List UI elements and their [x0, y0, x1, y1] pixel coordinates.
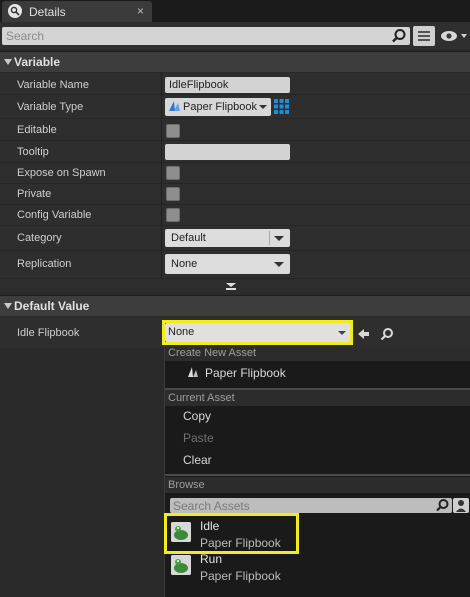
- tab-title: Details: [29, 5, 66, 19]
- collapse-arrow-icon: [4, 303, 12, 309]
- replication-value: None: [171, 258, 198, 270]
- variable-type-combo[interactable]: Paper Flipbook: [165, 98, 271, 116]
- tooltip-label: Tooltip: [17, 146, 49, 158]
- search-icon: [391, 28, 407, 47]
- copy-label: Copy: [183, 409, 212, 423]
- paper-flipbook-icon: [168, 100, 181, 119]
- replication-combo[interactable]: None: [165, 254, 290, 274]
- filter-user-icon[interactable]: [453, 498, 469, 513]
- paste-label: Paste: [183, 431, 214, 445]
- tab-close-icon[interactable]: ×: [137, 4, 144, 18]
- variable-category-header[interactable]: Variable: [0, 51, 470, 72]
- combo-separator: [269, 231, 270, 245]
- create-item-label: Paper Flipbook: [205, 366, 286, 380]
- current-asset-header: Current Asset: [165, 390, 470, 406]
- search-assets-input[interactable]: Search Assets: [170, 498, 452, 513]
- highlight-asset-picker: [162, 320, 353, 345]
- search-input[interactable]: Search: [2, 27, 410, 45]
- search-assets-placeholder: Search Assets: [173, 499, 250, 513]
- default-value-section-title: Default Value: [14, 299, 90, 313]
- asset-type: Paper Flipbook: [200, 569, 281, 583]
- details-search-row: Search: [0, 22, 470, 49]
- details-icon: [8, 4, 22, 18]
- private-label: Private: [17, 188, 52, 200]
- collapse-arrow-icon: [4, 59, 12, 65]
- editable-checkbox[interactable]: [166, 124, 180, 138]
- tab-bar: Details ×: [0, 0, 470, 22]
- menu-separator: [165, 474, 470, 476]
- column-divider: [161, 72, 162, 279]
- tooltip-field[interactable]: [165, 144, 290, 160]
- variable-type-label: Variable Type: [17, 101, 84, 113]
- paste-menu-item[interactable]: Paste: [165, 428, 470, 450]
- variable-type-value: Paper Flipbook: [183, 101, 257, 113]
- search-icon: [435, 498, 450, 516]
- row-private: Private: [0, 184, 470, 205]
- create-new-asset-header: Create New Asset: [165, 345, 470, 361]
- tab-details[interactable]: Details ×: [2, 1, 152, 22]
- variable-section-title: Variable: [14, 55, 61, 69]
- clear-menu-item[interactable]: Clear: [165, 450, 470, 472]
- property-matrix-icon[interactable]: [413, 26, 435, 46]
- row-config-variable: Config Variable: [0, 205, 470, 226]
- browse-asset-icon[interactable]: [380, 327, 394, 344]
- category-value: Default: [171, 232, 206, 244]
- highlight-idle-asset: [164, 513, 299, 554]
- copy-menu-item[interactable]: Copy: [165, 406, 470, 428]
- editable-label: Editable: [17, 124, 57, 136]
- config-variable-label: Config Variable: [17, 209, 92, 221]
- default-value-category-header[interactable]: Default Value: [0, 295, 470, 316]
- variable-name-label: Variable Name: [17, 79, 89, 91]
- asset-picker-dropdown: Create New Asset Paper Flipbook Current …: [164, 345, 470, 597]
- search-placeholder: Search: [6, 29, 45, 43]
- row-expose-on-spawn: Expose on Spawn: [0, 163, 470, 184]
- use-selected-arrow-icon[interactable]: [358, 328, 370, 343]
- replication-label: Replication: [17, 258, 72, 270]
- paper-flipbook-icon: [187, 366, 199, 381]
- config-variable-checkbox[interactable]: [166, 208, 180, 222]
- chevron-down-icon: [274, 262, 284, 267]
- view-options-eye-icon[interactable]: [440, 29, 468, 46]
- clear-label: Clear: [183, 453, 212, 467]
- private-checkbox[interactable]: [166, 187, 180, 201]
- expose-on-spawn-checkbox[interactable]: [166, 166, 180, 180]
- browse-header: Browse: [165, 477, 470, 493]
- advanced-expander[interactable]: [0, 279, 470, 293]
- container-type-grid-icon[interactable]: [274, 99, 289, 114]
- idle-flipbook-label: Idle Flipbook: [17, 327, 80, 339]
- flipbook-thumbnail-icon: [171, 555, 191, 575]
- expose-on-spawn-label: Expose on Spawn: [17, 167, 106, 179]
- variable-name-field[interactable]: IdleFlipbook: [165, 77, 290, 93]
- asset-name: Run: [200, 552, 223, 566]
- chevron-down-icon: [274, 236, 284, 241]
- category-label: Category: [17, 232, 62, 244]
- create-paper-flipbook-item[interactable]: Paper Flipbook: [165, 361, 470, 388]
- chevron-down-icon: [259, 105, 267, 109]
- category-combo[interactable]: Default: [165, 229, 290, 247]
- expand-advanced-icon: [225, 282, 237, 294]
- row-editable: Editable: [0, 119, 470, 141]
